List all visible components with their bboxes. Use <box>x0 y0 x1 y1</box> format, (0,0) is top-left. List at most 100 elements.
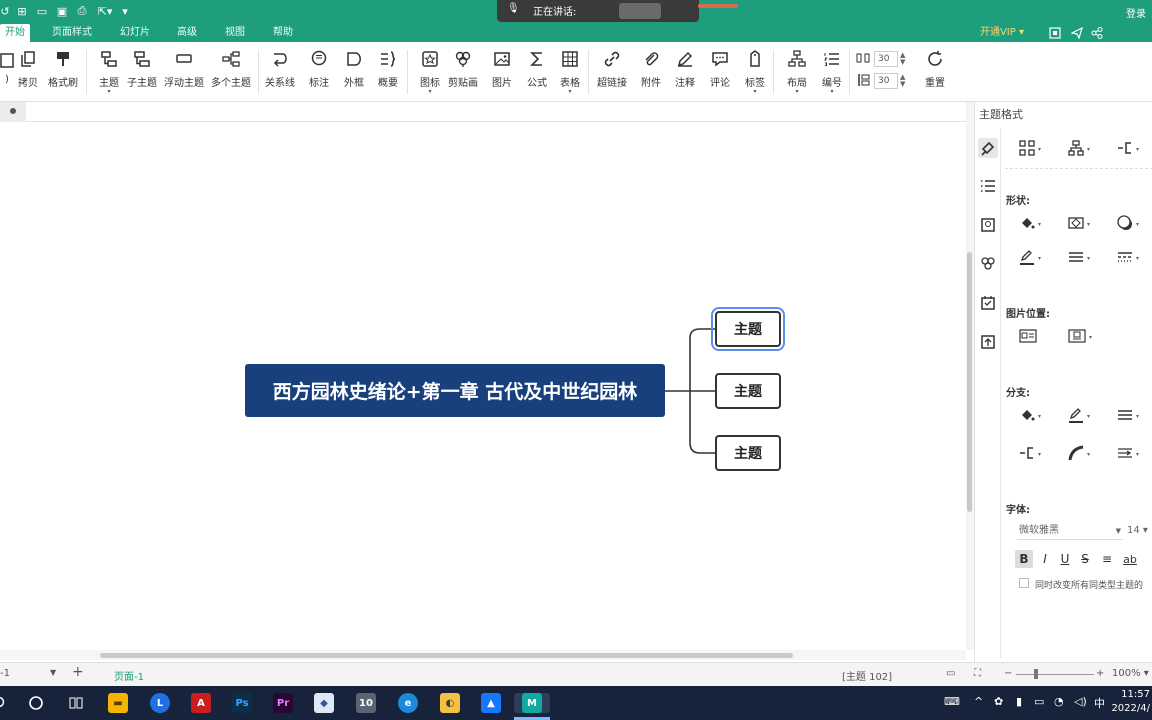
zoom-level[interactable]: 100% ▾ <box>1112 668 1149 679</box>
note-button[interactable]: 注释 <box>672 46 698 98</box>
hierarchy-dropdown[interactable]: ▾ <box>1068 139 1090 159</box>
zoom-out-icon[interactable]: − <box>1004 668 1012 679</box>
branch-fill-dropdown[interactable]: ▾ <box>1019 406 1041 426</box>
strikethrough-button[interactable]: S <box>1076 550 1094 568</box>
tab-view[interactable]: 视图 <box>218 24 252 42</box>
volume-icon[interactable]: ◁) <box>1074 695 1087 708</box>
tab-slides[interactable]: 幻灯片 <box>114 24 156 42</box>
show-hidden-icons[interactable]: ^ <box>974 695 983 708</box>
task-view-icon[interactable] <box>66 693 86 713</box>
sticker-button[interactable]: 图标 ▾ <box>417 46 443 98</box>
border-width-dropdown[interactable]: ▾ <box>1068 248 1090 268</box>
add-page-icon[interactable]: + <box>72 664 84 680</box>
cortana-icon[interactable] <box>26 693 46 713</box>
page-selector[interactable]: -1 ▼ <box>0 668 56 679</box>
lenovo-icon[interactable]: L <box>150 693 170 713</box>
autocad-icon[interactable]: A <box>191 693 211 713</box>
zoom-in-icon[interactable]: + <box>1096 668 1104 679</box>
file-explorer-icon[interactable]: ▬ <box>108 693 128 713</box>
vertical-spacing-input[interactable]: 30 <box>874 73 898 89</box>
horizontal-scroll-thumb[interactable] <box>100 653 793 658</box>
reset-button[interactable]: 重置 <box>922 46 948 98</box>
border-color-dropdown[interactable]: ▾ <box>1019 248 1041 268</box>
topic-node[interactable]: 主题 <box>711 307 785 351</box>
edge-icon[interactable]: e <box>398 693 418 713</box>
task-icon[interactable] <box>978 293 998 313</box>
apply-all-checkbox[interactable] <box>1019 578 1029 588</box>
vertical-scroll-thumb[interactable] <box>967 252 972 512</box>
image-left-button[interactable] <box>1019 327 1037 347</box>
topic-node[interactable]: 主题 <box>715 373 781 409</box>
tray-app-icon[interactable]: ✿ <box>994 695 1003 708</box>
structure-dropdown[interactable]: ▾ <box>1019 139 1041 159</box>
clock[interactable]: 11:57 2022/4/ <box>1111 688 1150 716</box>
export-icon[interactable]: ⇱▾ <box>95 4 115 18</box>
topic-node[interactable]: 主题 <box>715 435 781 471</box>
tab-advanced[interactable]: 高级 <box>170 24 204 42</box>
ime-indicator[interactable]: 中 <box>1094 695 1105 711</box>
app-10-icon[interactable]: 10 <box>356 693 376 713</box>
page-tab[interactable]: 页面-1 <box>114 668 144 683</box>
tab-page-style[interactable]: 页面样式 <box>46 24 98 42</box>
tab-help[interactable]: 帮助 <box>266 24 300 42</box>
layout-button[interactable]: 布局 ▾ <box>784 46 810 98</box>
branch-curve-dropdown[interactable]: ▾ <box>1068 444 1090 464</box>
sketchup-icon[interactable]: ◆ <box>314 693 334 713</box>
image-button[interactable]: 图片 <box>489 46 515 98</box>
shadow-dropdown[interactable]: ▾ <box>1117 214 1139 234</box>
underline-button[interactable]: U <box>1056 550 1074 568</box>
tag-button[interactable]: 标签 ▾ <box>742 46 768 98</box>
new-file-icon[interactable]: ⊞ <box>15 4 29 18</box>
zoom-slider[interactable] <box>1016 674 1094 675</box>
boundary-button[interactable]: 外框 <box>341 46 367 98</box>
mindmap-canvas[interactable]: 西方园林史绪论+第一章 古代及中世纪园林 主题 主题 主题 <box>0 122 966 650</box>
open-folder-icon[interactable]: ▭ <box>35 4 49 18</box>
callout-button[interactable]: 标注 <box>306 46 332 98</box>
font-family-select[interactable]: 微软雅黑 ▼ <box>1017 522 1123 540</box>
numbering-button[interactable]: 编号 ▾ <box>819 46 845 98</box>
branch-width-dropdown[interactable]: ▾ <box>1117 406 1139 426</box>
shape-style-dropdown[interactable]: ▾ <box>1068 214 1090 234</box>
branch-color-dropdown[interactable]: ▾ <box>1068 406 1090 426</box>
horizontal-spacing-input[interactable]: 30 <box>874 51 898 67</box>
comment-button[interactable]: 评论 <box>707 46 733 98</box>
battery-icon[interactable]: ▭ <box>1034 695 1044 708</box>
wifi-icon[interactable]: ◔ <box>1054 695 1064 708</box>
outline-list-icon[interactable] <box>978 176 998 196</box>
formula-button[interactable]: 公式 <box>524 46 550 98</box>
summary-button[interactable]: 概要 <box>375 46 401 98</box>
keyboard-icon[interactable]: ⌨ <box>944 695 960 708</box>
microphone-tray-icon[interactable]: ▮ <box>1016 695 1022 708</box>
multiple-topics-button[interactable]: 多个主题 <box>211 46 251 98</box>
fit-width-icon[interactable]: ⛶ <box>974 668 981 679</box>
vertical-scrollbar[interactable] <box>966 102 974 650</box>
zoom-slider-handle[interactable] <box>1034 669 1038 679</box>
print-icon[interactable]: ⎙ <box>75 4 89 18</box>
upload-icon[interactable] <box>978 332 998 352</box>
fullscreen-icon[interactable] <box>1048 26 1062 40</box>
sheet-tab[interactable] <box>0 102 26 122</box>
save-icon[interactable]: ▣ <box>55 4 69 18</box>
vertical-spacing-stepper[interactable]: ▲ ▼ <box>900 74 905 88</box>
copy-button[interactable]: 拷贝 <box>15 46 41 98</box>
search-icon[interactable] <box>0 693 10 713</box>
fit-page-icon[interactable]: ▭ <box>946 668 955 679</box>
floating-topic-button[interactable]: 浮动主题 <box>164 46 204 98</box>
horizontal-spacing-stepper[interactable]: ▲ ▼ <box>900 52 905 66</box>
share-icon[interactable] <box>1090 26 1104 40</box>
fill-color-dropdown[interactable]: ▾ <box>1019 214 1041 234</box>
font-size-select[interactable]: 14 ▾ <box>1127 522 1152 540</box>
central-topic[interactable]: 西方园林史绪论+第一章 古代及中世纪园林 <box>245 364 665 417</box>
branch-connector-dropdown[interactable]: ▾ <box>1019 444 1041 464</box>
bold-button[interactable]: B <box>1015 550 1033 568</box>
italic-button[interactable]: I <box>1036 550 1054 568</box>
attachment-button[interactable]: 附件 <box>638 46 664 98</box>
photoshop-icon[interactable]: Ps <box>232 693 252 713</box>
premiere-icon[interactable]: Pr <box>273 693 293 713</box>
mindmaster-icon[interactable]: M <box>514 693 550 713</box>
relationship-button[interactable]: 关系线 <box>265 46 295 98</box>
login-link[interactable]: 登录 <box>1126 5 1146 20</box>
clipart-button[interactable]: 剪贴画 <box>448 46 478 98</box>
send-icon[interactable] <box>1070 26 1084 40</box>
connector-dropdown[interactable]: ▾ <box>1117 139 1139 159</box>
